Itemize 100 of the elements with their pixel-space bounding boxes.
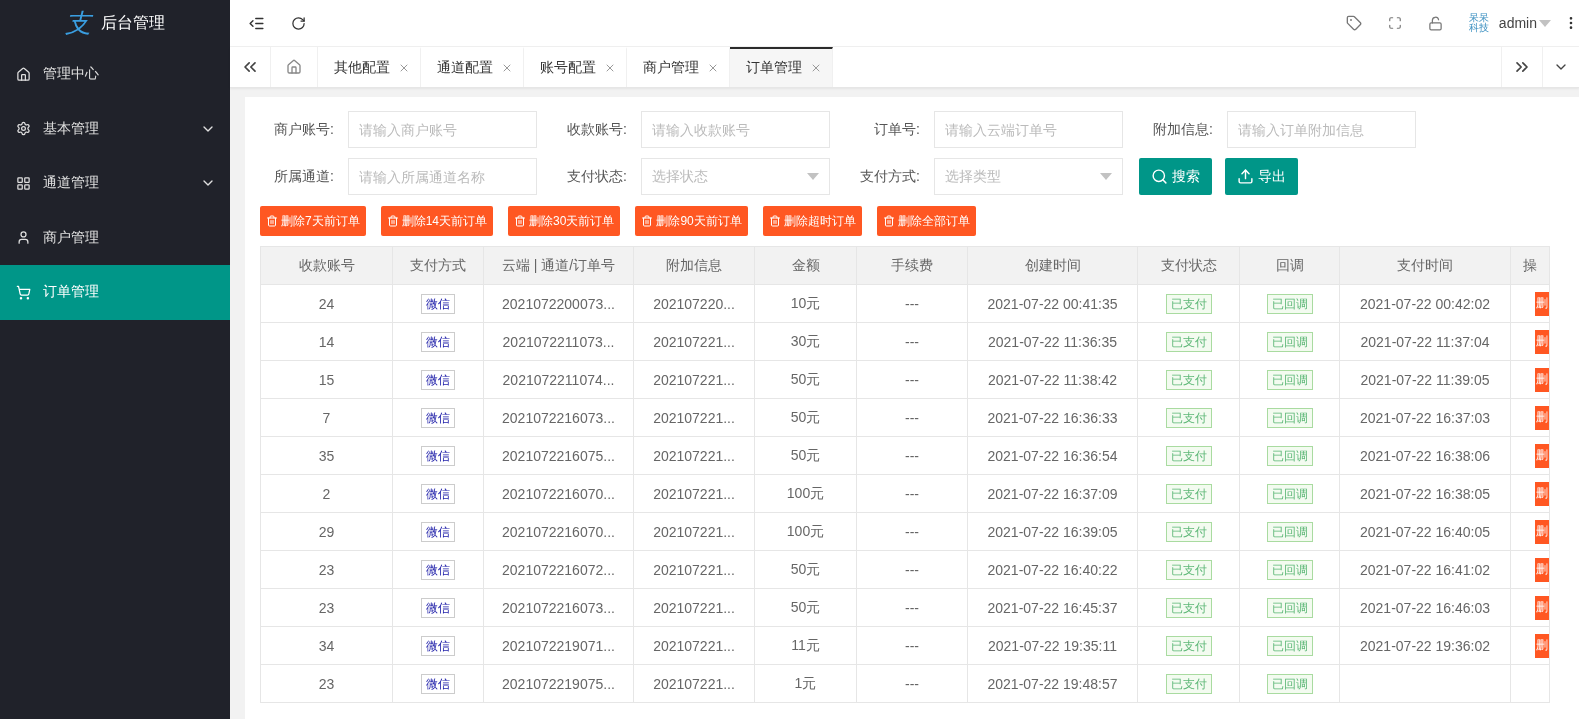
- tab[interactable]: 账号配置: [524, 47, 627, 87]
- close-icon[interactable]: [810, 62, 822, 74]
- delete-button[interactable]: 删: [1535, 595, 1549, 620]
- sidebar-label: 管理中心: [43, 65, 100, 84]
- delete-button[interactable]: 删: [1535, 367, 1549, 392]
- delete-orders-button[interactable]: 删除30天前订单: [508, 206, 621, 236]
- table-cell: ---: [856, 284, 968, 323]
- input-field[interactable]: 请输入所属通道名称: [348, 158, 537, 195]
- table-cell: 202107221...: [633, 436, 755, 475]
- status-tag: 已支付: [1165, 673, 1212, 694]
- sidebar-item[interactable]: 通道管理: [0, 156, 230, 211]
- delete-orders-button[interactable]: 删除全部订单: [876, 206, 976, 236]
- status-tag: 已支付: [1165, 331, 1212, 352]
- delete-button[interactable]: 删: [1535, 481, 1549, 506]
- table-cell: 202107221...: [633, 474, 755, 513]
- status-tag: 已支付: [1165, 559, 1212, 580]
- tab[interactable]: 订单管理: [730, 47, 833, 87]
- table-cell: ---: [856, 512, 968, 551]
- pay-method-tag: 微信: [421, 559, 455, 580]
- table-cell: 50元: [754, 588, 857, 627]
- table-cell: 2021072219071...: [483, 626, 634, 665]
- tab-label: 订单管理: [746, 59, 802, 77]
- table-cell: 2021072216070...: [483, 512, 634, 551]
- table-cell: 50元: [754, 550, 857, 589]
- tab[interactable]: 其他配置: [318, 47, 421, 87]
- table-cell: 2021-07-22 16:38:06: [1339, 436, 1511, 475]
- sidebar-item[interactable]: 基本管理: [0, 101, 230, 156]
- delete-button[interactable]: 删: [1535, 633, 1549, 658]
- table-cell: 23: [260, 588, 393, 627]
- close-icon[interactable]: [398, 62, 410, 74]
- delete-button[interactable]: 删: [1535, 405, 1549, 430]
- table-cell: 2021-07-22 16:40:22: [967, 550, 1138, 589]
- table-cell: 2021-07-22 19:48:57: [967, 664, 1138, 703]
- table-cell: 2021072216073...: [483, 588, 634, 627]
- sidebar-item[interactable]: 商户管理: [0, 210, 230, 265]
- delete-orders-button[interactable]: 删除14天前订单: [380, 206, 494, 236]
- search-button[interactable]: 搜索: [1139, 158, 1212, 195]
- sidebar-item[interactable]: 订单管理: [0, 265, 230, 320]
- table-cell: 2021-07-22 11:36:35: [967, 322, 1138, 361]
- table-cell: 202107221...: [633, 588, 755, 627]
- export-button[interactable]: 导出: [1225, 158, 1298, 195]
- input-field[interactable]: 请输入收款账号: [641, 111, 830, 148]
- status-tag: 已支付: [1165, 521, 1212, 542]
- tab[interactable]: 通道配置: [421, 47, 524, 87]
- table-cell: 2021-07-22 00:42:02: [1339, 284, 1511, 323]
- table-cell: 23: [260, 550, 393, 589]
- tab[interactable]: 商户管理: [627, 47, 730, 87]
- fullscreen-icon[interactable]: [1387, 16, 1402, 30]
- table-cell: 100元: [754, 474, 857, 513]
- lock-icon[interactable]: [1427, 15, 1443, 31]
- trash-icon: [768, 215, 781, 227]
- pay-method-tag: 微信: [421, 597, 455, 618]
- table-cell: 24: [260, 284, 393, 323]
- column-header: 附加信息: [633, 246, 755, 285]
- select-field[interactable]: 选择类型: [934, 158, 1123, 195]
- close-icon[interactable]: [707, 62, 719, 74]
- close-icon[interactable]: [604, 62, 616, 74]
- tag-icon[interactable]: [1345, 15, 1362, 31]
- table-cell: 2021072200073...: [483, 284, 634, 323]
- select-field[interactable]: 选择状态: [641, 158, 830, 195]
- delete-orders-button[interactable]: 删除90天前订单: [635, 206, 748, 236]
- delete-orders-button[interactable]: 删除超时订单: [762, 206, 862, 236]
- table-cell: 30元: [754, 322, 857, 361]
- table-cell: 100元: [754, 512, 857, 551]
- home-icon: [16, 66, 31, 82]
- status-tag: 已支付: [1165, 445, 1212, 466]
- pay-method-tag: 微信: [421, 331, 455, 352]
- input-field[interactable]: 请输入商户账号: [348, 111, 537, 148]
- tab-label: 其他配置: [334, 59, 390, 77]
- input-field[interactable]: 请输入订单附加信息: [1227, 111, 1416, 148]
- table-cell: 202107221...: [633, 626, 755, 665]
- table-cell: 14: [260, 322, 393, 361]
- close-icon[interactable]: [501, 62, 513, 74]
- refresh-icon[interactable]: [291, 15, 306, 31]
- table-cell: ---: [856, 626, 968, 665]
- delete-button[interactable]: 删: [1535, 329, 1549, 354]
- column-header: 操: [1510, 246, 1550, 285]
- table-cell: ---: [856, 474, 968, 513]
- delete-button[interactable]: 删: [1535, 291, 1549, 316]
- table-cell: 202107221...: [633, 322, 755, 361]
- callback-tag: 已回调: [1266, 635, 1313, 656]
- user-menu[interactable]: admin: [1498, 15, 1551, 31]
- table-cell: 2021072216075...: [483, 436, 634, 475]
- delete-button[interactable]: 删: [1535, 443, 1549, 468]
- delete-button[interactable]: 删: [1535, 557, 1549, 582]
- delete-button[interactable]: 删: [1535, 519, 1549, 544]
- table-cell: 2021072216073...: [483, 398, 634, 437]
- input-field[interactable]: 请输入云端订单号: [934, 111, 1123, 148]
- sidebar-item[interactable]: 管理中心: [0, 47, 230, 102]
- column-header: 收款账号: [260, 246, 393, 285]
- table-cell: 2021-07-22 19:35:11: [967, 626, 1138, 665]
- table-cell: 2021-07-22 16:36:54: [967, 436, 1138, 475]
- table-cell: 2: [260, 474, 393, 513]
- field-label: 附加信息:: [1152, 120, 1214, 139]
- callback-tag: 已回调: [1266, 331, 1313, 352]
- table-cell: 35: [260, 436, 393, 475]
- column-header: 支付时间: [1339, 246, 1511, 285]
- sidebar-label: 基本管理: [43, 119, 100, 138]
- delete-orders-button[interactable]: 删除7天前订单: [260, 206, 366, 236]
- table-cell: 2021072216070...: [483, 474, 634, 513]
